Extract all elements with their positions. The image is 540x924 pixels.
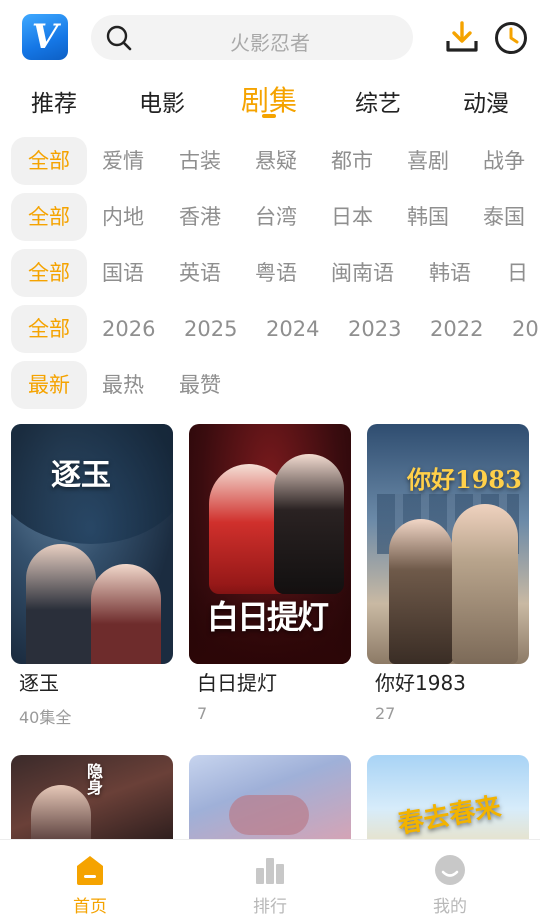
search-bar[interactable]: 火影忍者 <box>91 15 413 60</box>
filter-chip[interactable]: 悬疑 <box>255 137 297 185</box>
poster-title-art: 逐玉 <box>51 458 111 493</box>
filter-chip[interactable]: 2026 <box>102 305 155 353</box>
filter-chip[interactable]: 2022 <box>430 305 483 353</box>
app-header: V 火影忍者 <box>0 0 540 76</box>
nav-label: 首页 <box>73 897 107 917</box>
filter-chip[interactable]: 粤语 <box>255 249 297 297</box>
filter-chip-selected[interactable]: 全部 <box>11 305 87 353</box>
filter-chip[interactable]: 最热 <box>102 361 144 409</box>
category-tabs: 推荐 电影 剧集 综艺 动漫 <box>0 76 540 126</box>
bar-chart-icon <box>256 858 284 884</box>
tab-recommend[interactable]: 推荐 <box>31 84 77 118</box>
video-card[interactable]: 你好1983 你好1983 27 <box>367 424 529 723</box>
filter-chip[interactable]: 最赞 <box>179 361 221 409</box>
figure-shape <box>91 564 161 664</box>
figure-shape <box>274 454 344 594</box>
poster-image[interactable]: 逐玉 <box>11 424 173 664</box>
poster-image[interactable]: 隐身 <box>11 755 173 845</box>
active-tab-indicator <box>262 114 276 118</box>
filter-chip[interactable]: 日 <box>507 249 528 297</box>
nav-home[interactable]: 首页 <box>30 840 150 924</box>
poster-title-art: 春去春来 <box>395 792 504 840</box>
nav-profile[interactable]: 我的 <box>390 840 510 924</box>
figure-shape <box>26 544 96 664</box>
poster-image[interactable]: 你好1983 <box>367 424 529 664</box>
poster-title-art: 你好1983 <box>407 465 522 494</box>
filter-chip[interactable]: 香港 <box>179 193 221 241</box>
bottom-navigation: 首页 排行 我的 <box>0 839 540 924</box>
card-episodes: 7 <box>197 704 208 723</box>
filter-chip[interactable]: 都市 <box>331 137 373 185</box>
tab-variety[interactable]: 综艺 <box>355 84 401 118</box>
video-card[interactable]: 春去春来 <box>367 755 529 845</box>
history-clock-icon[interactable] <box>494 21 528 55</box>
video-card[interactable]: 逐玉 逐玉 40集全 <box>11 424 173 727</box>
card-title: 逐玉 <box>19 671 59 695</box>
filter-chip[interactable]: 日本 <box>331 193 373 241</box>
card-title: 你好1983 <box>375 671 466 695</box>
filter-row-region: 全部 内地 香港 台湾 日本 韩国 泰国 <box>0 193 540 241</box>
filter-chip[interactable]: 韩国 <box>407 193 449 241</box>
card-title: 白日提灯 <box>197 671 277 695</box>
tab-movies[interactable]: 电影 <box>139 84 185 118</box>
filter-chip[interactable]: 2024 <box>266 305 319 353</box>
video-card[interactable] <box>189 755 351 845</box>
search-placeholder: 火影忍者 <box>230 31 310 55</box>
filter-chip[interactable]: 韩语 <box>429 249 471 297</box>
filter-chip-selected[interactable]: 全部 <box>11 193 87 241</box>
filter-chip[interactable]: 闽南语 <box>331 249 394 297</box>
home-icon <box>77 856 103 885</box>
poster-title-art: 白日提灯 <box>207 598 329 636</box>
filter-chip[interactable]: 国语 <box>102 249 144 297</box>
app-logo[interactable]: V <box>22 14 68 60</box>
filter-chip[interactable]: 2023 <box>348 305 401 353</box>
poster-image[interactable]: 春去春来 <box>367 755 529 845</box>
video-card[interactable]: 白日提灯 白日提灯 7 <box>189 424 351 723</box>
nav-ranking[interactable]: 排行 <box>210 840 330 924</box>
filter-chip[interactable]: 台湾 <box>255 193 297 241</box>
filter-chip-selected[interactable]: 全部 <box>11 249 87 297</box>
poster-shape <box>229 795 309 835</box>
filter-chip[interactable]: 战争 <box>483 137 525 185</box>
filter-chip-selected[interactable]: 最新 <box>11 361 87 409</box>
video-card[interactable]: 隐身 <box>11 755 173 845</box>
poster-image[interactable] <box>189 755 351 845</box>
filter-row-genre: 全部 爱情 古装 悬疑 都市 喜剧 战争 <box>0 137 540 185</box>
logo-letter: V <box>31 17 59 57</box>
card-episodes: 40集全 <box>19 708 72 727</box>
poster-image[interactable]: 白日提灯 <box>189 424 351 664</box>
figure-shape <box>452 504 518 664</box>
tab-series[interactable]: 剧集 <box>241 79 297 119</box>
filter-chip[interactable]: 喜剧 <box>407 137 449 185</box>
filter-row-sort: 最新 最热 最赞 <box>0 361 540 409</box>
filter-chip[interactable]: 英语 <box>179 249 221 297</box>
nav-label: 排行 <box>253 897 287 917</box>
filter-chip[interactable]: 爱情 <box>102 137 144 185</box>
filter-chip[interactable]: 2025 <box>184 305 237 353</box>
figure-shape <box>389 519 453 664</box>
smiley-icon <box>435 855 465 885</box>
filter-row-year: 全部 2026 2025 2024 2023 2022 20 <box>0 305 540 353</box>
poster-title-art: 隐身 <box>84 763 103 795</box>
filter-row-language: 全部 国语 英语 粤语 闽南语 韩语 日 <box>0 249 540 297</box>
filter-chip[interactable]: 20 <box>512 305 539 353</box>
filter-chip[interactable]: 古装 <box>179 137 221 185</box>
tab-anime[interactable]: 动漫 <box>463 84 509 118</box>
card-episodes: 27 <box>375 704 396 723</box>
download-icon[interactable] <box>445 20 479 54</box>
filter-chip[interactable]: 内地 <box>102 193 144 241</box>
nav-label: 我的 <box>433 897 467 917</box>
filter-chip[interactable]: 泰国 <box>483 193 525 241</box>
filter-chip-selected[interactable]: 全部 <box>11 137 87 185</box>
